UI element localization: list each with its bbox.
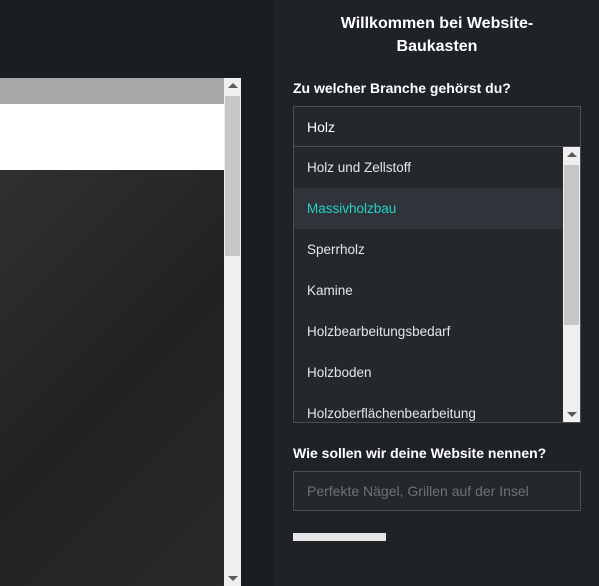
industry-option[interactable]: Sperrholz bbox=[294, 229, 563, 270]
wizard-panel: Willkommen bei Website- Baukasten Zu wel… bbox=[275, 0, 599, 586]
preview-panel bbox=[0, 0, 275, 586]
industry-question: Zu welcher Branche gehörst du? bbox=[293, 80, 581, 96]
dropdown-scroll-thumb[interactable] bbox=[564, 165, 579, 325]
scroll-down-icon[interactable] bbox=[228, 576, 238, 581]
continue-button[interactable]: Fortfahren bbox=[293, 533, 386, 541]
scroll-down-icon[interactable] bbox=[567, 412, 577, 417]
preview-scroll-thumb[interactable] bbox=[225, 96, 240, 256]
preview-header-bar bbox=[0, 78, 240, 104]
industry-option[interactable]: Holzoberflächenbearbeitung bbox=[294, 393, 563, 422]
sitename-question: Wie sollen wir deine Website nennen? bbox=[293, 445, 581, 461]
site-preview bbox=[0, 78, 240, 586]
preview-hero-area bbox=[0, 170, 240, 586]
welcome-title-line2: Baukasten bbox=[397, 38, 478, 55]
industry-option[interactable]: Holzboden bbox=[294, 352, 563, 393]
industry-option[interactable]: Holzbearbeitungsbedarf bbox=[294, 311, 563, 352]
preview-scrollbar[interactable] bbox=[224, 78, 241, 586]
scroll-up-icon[interactable] bbox=[567, 152, 577, 157]
industry-option[interactable]: Holz und Zellstoff bbox=[294, 147, 563, 188]
industry-option[interactable]: Kamine bbox=[294, 270, 563, 311]
welcome-title: Willkommen bei Website- Baukasten bbox=[293, 12, 581, 58]
sitename-input[interactable] bbox=[293, 471, 581, 511]
main-layout: Willkommen bei Website- Baukasten Zu wel… bbox=[0, 0, 599, 586]
preview-white-section bbox=[0, 104, 240, 170]
scroll-up-icon[interactable] bbox=[228, 83, 238, 88]
industry-option[interactable]: Massivholzbau bbox=[294, 188, 563, 229]
dropdown-scrollbar[interactable] bbox=[563, 147, 580, 422]
welcome-title-line1: Willkommen bei Website- bbox=[341, 15, 533, 32]
industry-dropdown-list: Holz und ZellstoffMassivholzbauSperrholz… bbox=[293, 146, 581, 423]
continue-button-container: Fortfahren bbox=[293, 533, 581, 541]
industry-search-input[interactable] bbox=[293, 106, 581, 146]
industry-dropdown: Holz und ZellstoffMassivholzbauSperrholz… bbox=[293, 106, 581, 423]
